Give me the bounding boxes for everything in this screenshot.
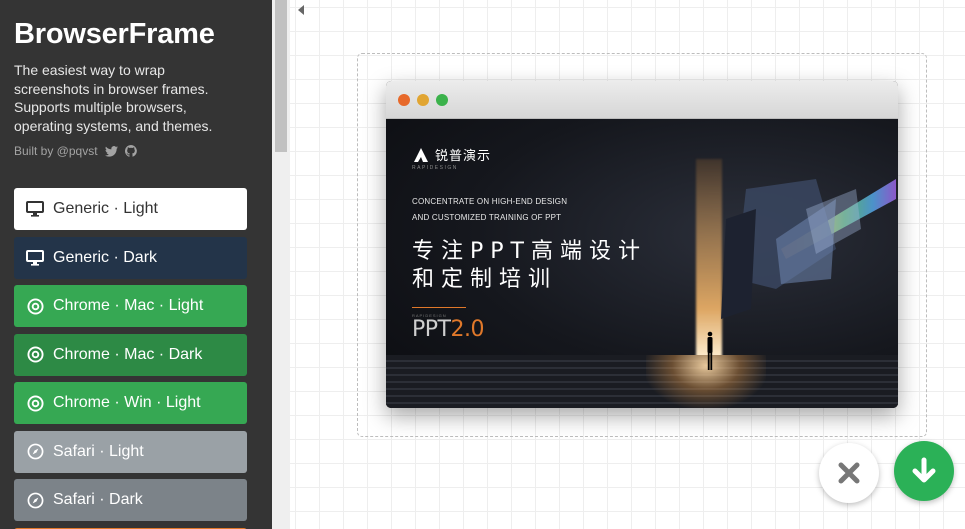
scrollbar-thumb[interactable] bbox=[275, 0, 287, 152]
theme-chrome-mac-light[interactable]: Chrome · Mac · Light bbox=[14, 285, 247, 327]
theme-generic-dark[interactable]: Generic · Dark bbox=[14, 236, 247, 279]
version-prefix: PPT bbox=[412, 317, 451, 342]
theme-label: Chrome · Win · Light bbox=[53, 394, 201, 411]
app-tagline: The easiest way to wrap screenshots in b… bbox=[14, 62, 213, 134]
minimize-dot-icon bbox=[417, 93, 429, 106]
browser-titlebar bbox=[386, 81, 898, 119]
theme-label: Safari · Light bbox=[53, 442, 144, 460]
divider-line bbox=[412, 307, 466, 308]
monitor-icon bbox=[26, 200, 44, 218]
close-dot-icon bbox=[398, 93, 410, 106]
theme-safari-dark[interactable]: Safari · Dark bbox=[14, 479, 247, 521]
collapse-sidebar-icon[interactable] bbox=[298, 5, 304, 15]
download-button[interactable] bbox=[894, 441, 954, 501]
monitor-icon bbox=[26, 249, 44, 267]
compass-icon bbox=[26, 443, 44, 461]
app-title: BrowserFrame bbox=[14, 18, 215, 50]
version-number: 2.0 bbox=[450, 317, 484, 342]
chrome-icon bbox=[26, 297, 44, 315]
theme-chrome-mac-dark[interactable]: Chrome · Mac · Dark bbox=[14, 333, 247, 376]
theme-label: Chrome · Mac · Light bbox=[53, 297, 204, 314]
twitter-icon[interactable] bbox=[104, 145, 118, 157]
byline: Built by @pqvst bbox=[14, 144, 137, 158]
headline-en-1: CONCENTRATE ON HIGH-END DESIGN bbox=[412, 197, 568, 206]
headline-cn-2: 和定制培训 bbox=[412, 267, 558, 292]
sidebar-scrollbar[interactable] bbox=[272, 0, 290, 529]
logo-icon bbox=[414, 147, 428, 162]
logo-subtext: RAPIDESIGN bbox=[412, 165, 458, 171]
github-icon[interactable] bbox=[124, 145, 137, 157]
compass-icon bbox=[26, 491, 44, 509]
theme-label: Chrome · Mac · Dark bbox=[53, 345, 203, 363]
theme-safari-light[interactable]: Safari · Light bbox=[14, 430, 247, 473]
chrome-icon bbox=[26, 346, 44, 364]
slide-logo: 锐普演示 bbox=[412, 145, 491, 164]
theme-label: Generic · Dark bbox=[53, 248, 158, 266]
version-label: PPT2.0 bbox=[412, 317, 484, 342]
theme-label: Generic · Light bbox=[53, 200, 158, 217]
close-icon bbox=[838, 462, 860, 484]
browser-frame: 锐普演示 RAPIDESIGN CONCENTRATE ON HIGH-END … bbox=[386, 81, 898, 408]
theme-list: Generic · Light Generic · Dark Chrome · … bbox=[14, 188, 247, 529]
theme-chrome-win-light[interactable]: Chrome · Win · Light bbox=[14, 382, 247, 424]
theme-generic-light[interactable]: Generic · Light bbox=[14, 188, 247, 230]
logo-text: 锐普演示 bbox=[435, 148, 492, 163]
sidebar: BrowserFrame The easiest way to wrap scr… bbox=[0, 0, 272, 529]
theme-label: Safari · Dark bbox=[53, 491, 143, 508]
silhouette-graphic bbox=[707, 331, 713, 370]
prism-graphic bbox=[721, 179, 896, 319]
screenshot-image: 锐普演示 RAPIDESIGN CONCENTRATE ON HIGH-END … bbox=[386, 119, 898, 408]
byline-text[interactable]: Built by @pqvst bbox=[14, 144, 98, 158]
maximize-dot-icon bbox=[436, 93, 448, 106]
download-arrow-icon bbox=[912, 457, 936, 483]
headline-en-2: AND CUSTOMIZED TRAINING OF PPT bbox=[412, 213, 562, 222]
floor-graphic bbox=[386, 355, 898, 408]
chrome-icon bbox=[26, 394, 44, 412]
cancel-button[interactable] bbox=[819, 443, 879, 503]
